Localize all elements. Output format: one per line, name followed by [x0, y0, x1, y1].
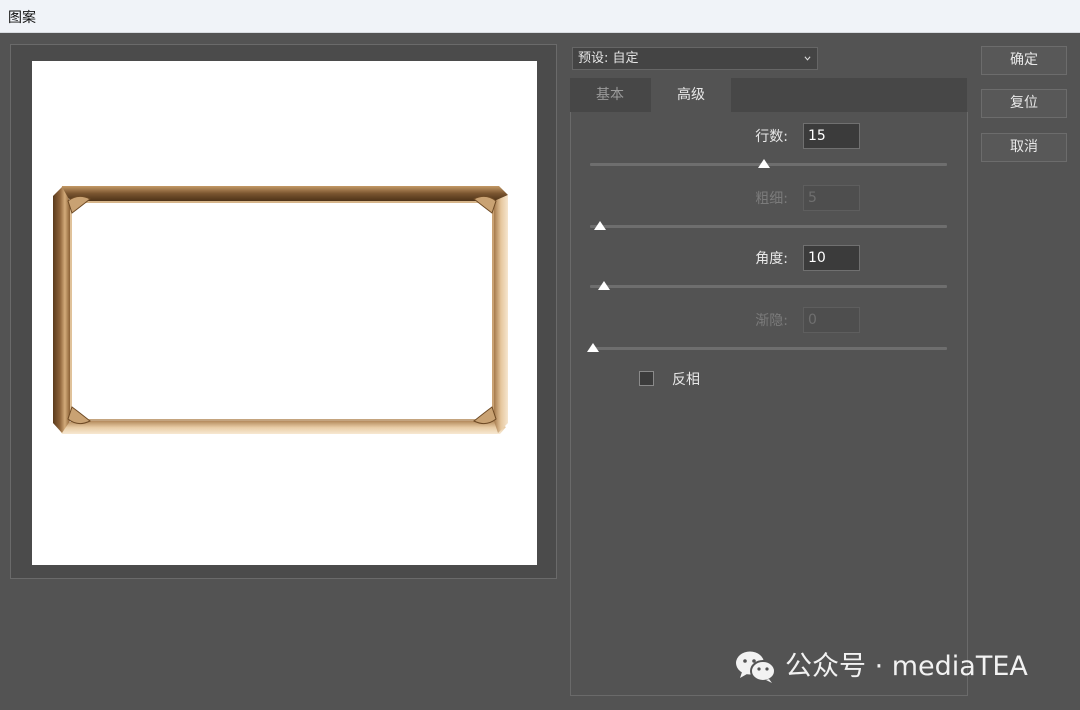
invert-checkbox[interactable]	[639, 371, 654, 386]
tab-advanced-label: 高级	[677, 87, 705, 103]
ok-button[interactable]: 确定	[981, 46, 1067, 75]
fade-slider-track[interactable]	[590, 347, 947, 350]
tab-basic[interactable]: 基本	[570, 78, 650, 112]
reset-button[interactable]: 复位	[981, 89, 1067, 118]
fade-slider-thumb[interactable]	[587, 343, 599, 352]
angle-slider-track[interactable]	[590, 285, 947, 288]
chevron-down-icon	[804, 56, 811, 61]
rows-input[interactable]: 15	[803, 123, 860, 149]
pattern-frame-preview	[53, 186, 508, 434]
thickness-slider-track[interactable]	[590, 225, 947, 228]
wechat-icon	[736, 651, 776, 683]
preset-label: 预设: 自定	[578, 51, 639, 66]
tab-advanced[interactable]: 高级	[651, 78, 731, 112]
thickness-slider-thumb[interactable]	[594, 221, 607, 230]
angle-input[interactable]: 10	[803, 245, 860, 271]
title-bar: 图案	[0, 0, 1080, 33]
rows-slider-thumb[interactable]	[758, 159, 771, 168]
thickness-input[interactable]: 5	[803, 185, 860, 211]
thickness-label: 粗细:	[755, 191, 788, 207]
tab-basic-label: 基本	[596, 87, 624, 103]
tab-strip: 基本 高级	[570, 78, 967, 112]
preview-canvas	[32, 61, 537, 565]
angle-label: 角度:	[755, 251, 788, 267]
fade-label: 渐隐:	[755, 313, 788, 329]
preset-dropdown[interactable]: 预设: 自定	[572, 47, 818, 70]
watermark-text: 公众号 · mediaTEA	[785, 651, 1028, 682]
invert-label: 反相	[672, 372, 700, 388]
fade-input[interactable]: 0	[803, 307, 860, 333]
angle-slider-thumb[interactable]	[597, 281, 610, 290]
window-title: 图案	[8, 10, 36, 26]
cancel-button[interactable]: 取消	[981, 133, 1067, 162]
rows-label: 行数:	[755, 129, 788, 145]
